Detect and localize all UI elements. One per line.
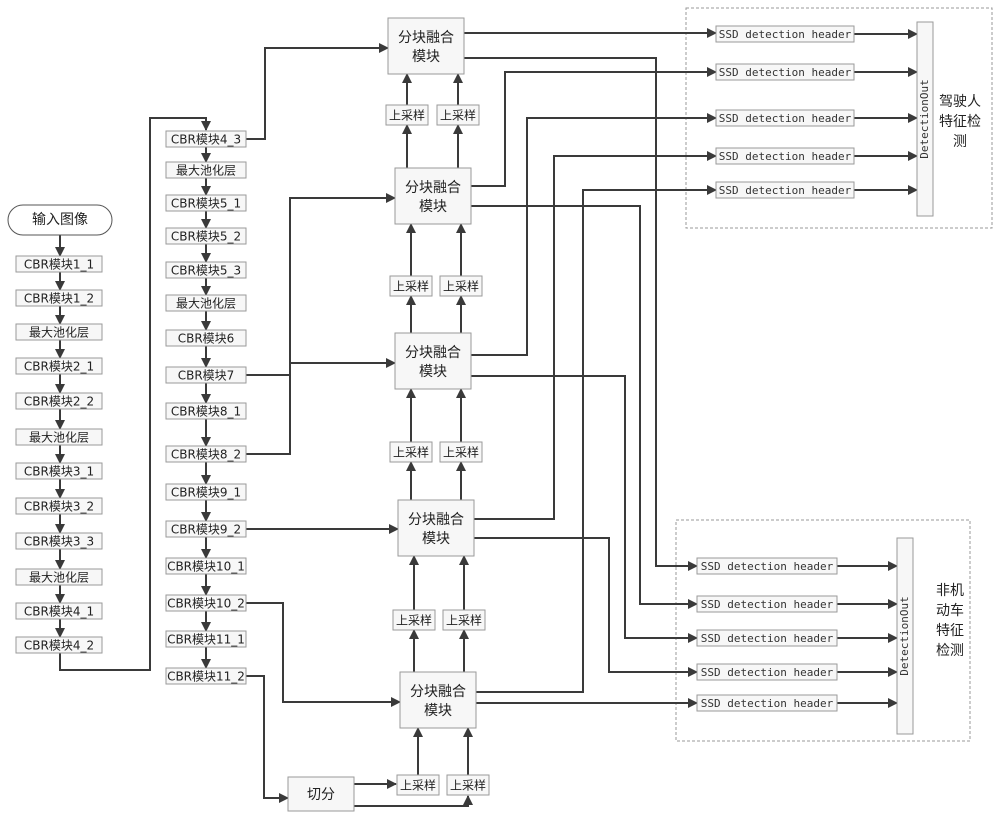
- upsample-label: 上采样: [393, 445, 429, 460]
- fusion-module-3: [394, 332, 472, 390]
- col2-block-label: CBR模块8_2: [171, 448, 241, 462]
- upsample-label: 上采样: [443, 279, 479, 294]
- arrow-7-to-fusion2: [246, 193, 396, 376]
- group-title-line: 特征检: [939, 114, 981, 130]
- fusion-module-4: [397, 499, 475, 557]
- ssd-header-label: SSD detection header: [701, 697, 834, 710]
- fusion-module-label: 分块融合: [398, 30, 454, 46]
- fusion4-out-a: [474, 151, 717, 520]
- col1-block-label: 最大池化层: [29, 326, 89, 340]
- col1-block-label: CBR模块2_1: [24, 360, 94, 374]
- upsample-label: 上采样: [393, 279, 429, 294]
- col1-block-label: CBR模块1_2: [24, 292, 94, 306]
- col2-block-label: CBR模块5_3: [171, 264, 241, 278]
- network-architecture-diagram: 输入图像 CBR模块1_1 CBR模块1_2 最大池化层 CBR模块2_1 CBR模块2_…: [7, 7, 993, 812]
- fusion-module-label: 模块: [419, 364, 447, 380]
- arrow-split-to-upsample2: [354, 795, 473, 807]
- fusion-module-label: 分块融合: [405, 345, 461, 361]
- col2-block-label: CBR模块10_2: [167, 597, 245, 611]
- fusion-module-label: 模块: [422, 531, 450, 547]
- col2-block-label: CBR模块9_1: [171, 486, 241, 500]
- col1-block-label: CBR模块3_2: [24, 500, 94, 514]
- upsample-label: 上采样: [443, 445, 479, 460]
- group-title-line: 非机: [936, 583, 964, 599]
- ssd-header-label: SSD detection header: [701, 632, 834, 645]
- fusion2-out-a: [471, 67, 717, 187]
- col2-block-label: CBR模块9_2: [171, 523, 241, 537]
- upsample-label: 上采样: [440, 108, 476, 123]
- ssd-header-label: SSD detection header: [701, 666, 834, 679]
- col2-block-label: CBR模块4_3: [171, 133, 241, 147]
- fusion-module-2: [394, 167, 472, 225]
- ssd-header-label: SSD detection header: [701, 560, 834, 573]
- col2-block-label: 最大池化层: [176, 297, 236, 311]
- fusion-module-1: [387, 17, 465, 75]
- upsample-label: 上采样: [396, 613, 432, 628]
- col1-block-label: CBR模块3_3: [24, 535, 94, 549]
- upsample-label: 上采样: [446, 613, 482, 628]
- col2-block-label: CBR模块5_2: [171, 230, 241, 244]
- fusion-module-label: 分块融合: [410, 684, 466, 700]
- upsample-label: 上采样: [450, 778, 486, 793]
- arrow-4_3-to-fusion1: [246, 43, 389, 140]
- col2-block-label: CBR模块7: [178, 369, 235, 383]
- detectionout-label: DetectionOut: [918, 79, 931, 158]
- upsample-label: 上采样: [400, 778, 436, 793]
- ssd-header-label: SSD detection header: [701, 598, 834, 611]
- detectionout-label: DetectionOut: [898, 596, 911, 675]
- col2-block-label: CBR模块11_2: [167, 670, 245, 684]
- col1-block-label: 最大池化层: [29, 571, 89, 585]
- arrow-11_2-to-split: [246, 675, 289, 803]
- input-image-label: 输入图像: [32, 212, 88, 228]
- fusion-module-label: 分块融合: [408, 512, 464, 528]
- upsample-label: 上采样: [389, 108, 425, 123]
- fusion1-out-b: [464, 57, 698, 571]
- fusion-module-label: 模块: [424, 703, 452, 719]
- col1-block-label: 最大池化层: [29, 431, 89, 445]
- fusion-module-label: 分块融合: [405, 180, 461, 196]
- col1-block-label: CBR模块3_1: [24, 465, 94, 479]
- ssd-header-label: SSD detection header: [719, 150, 852, 163]
- group-title-line: 驾驶人: [939, 94, 981, 110]
- group-title-line: 测: [953, 134, 967, 150]
- group-title-line: 特征: [936, 623, 964, 639]
- fusion-module-5: [399, 671, 477, 729]
- fusion-module-label: 模块: [412, 49, 440, 65]
- col2-block-label: CBR模块5_1: [171, 197, 241, 211]
- col2-block-label: CBR模块8_1: [171, 405, 241, 419]
- col1-block-label: CBR模块4_2: [24, 639, 94, 653]
- ssd-header-label: SSD detection header: [719, 112, 852, 125]
- group-title-line: 检测: [936, 643, 964, 659]
- fusion-module-label: 模块: [419, 199, 447, 215]
- col2-block-label: CBR模块6: [178, 332, 235, 346]
- col2-block-label: CBR模块10_1: [167, 560, 245, 574]
- split-label: 切分: [307, 787, 335, 803]
- ssd-header-label: SSD detection header: [719, 66, 852, 79]
- group-title-line: 动车: [936, 602, 964, 619]
- col1-block-label: CBR模块4_1: [24, 605, 94, 619]
- col2-block-label: 最大池化层: [176, 164, 236, 178]
- arrow-10_2-to-fusion5: [246, 602, 401, 707]
- ssd-header-label: SSD detection header: [719, 28, 852, 41]
- col1-block-label: CBR模块2_2: [24, 395, 94, 409]
- fusion3-out-a: [471, 113, 717, 356]
- ssd-header-label: SSD detection header: [719, 184, 852, 197]
- col2-block-label: CBR模块11_1: [167, 633, 245, 647]
- arrow-8_2-to-fusion3: [246, 358, 396, 455]
- col1-block-label: CBR模块1_1: [24, 258, 94, 272]
